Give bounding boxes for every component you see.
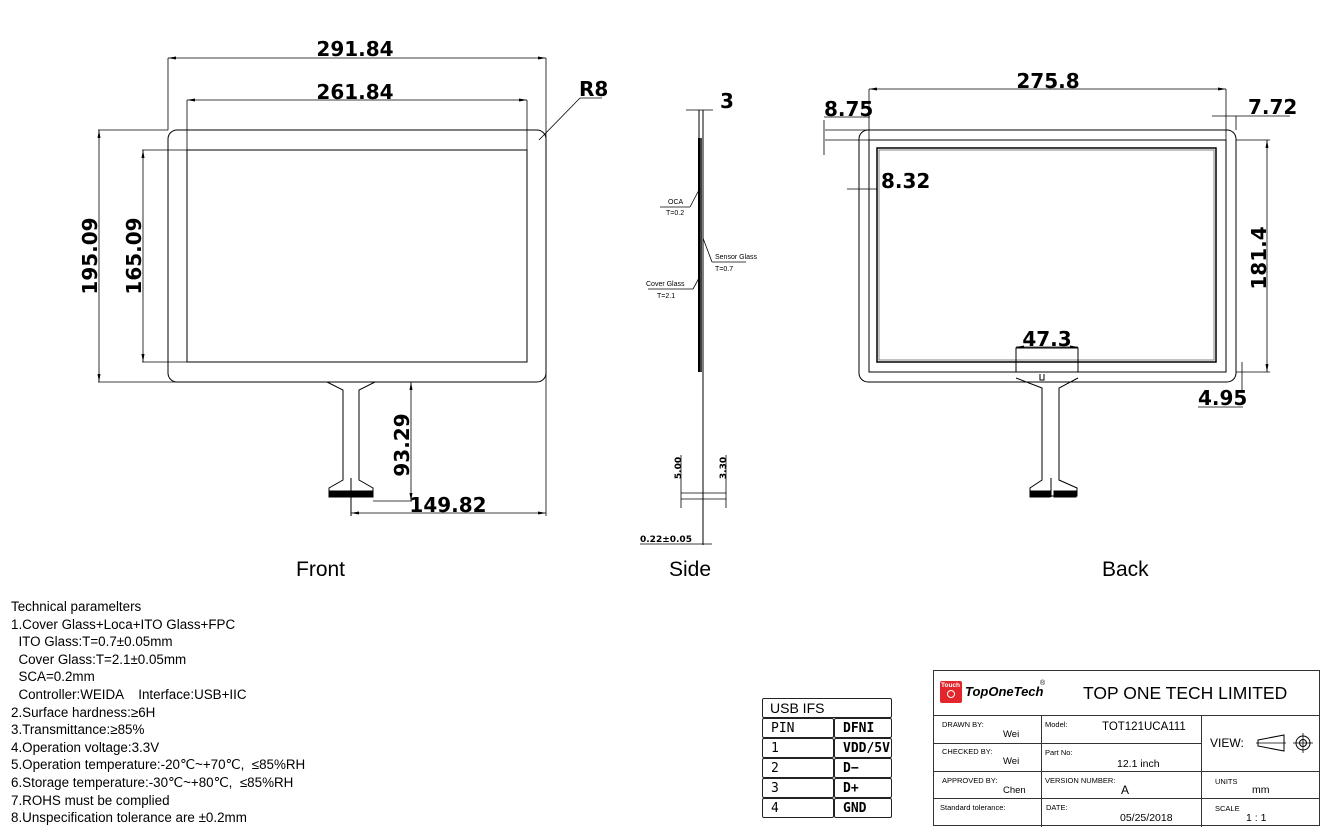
logo-badge-text: Touch bbox=[941, 682, 961, 689]
table-row: 1 VDD/5V bbox=[762, 738, 892, 758]
logo: Touch bbox=[940, 681, 962, 703]
units-value: mm bbox=[1252, 784, 1270, 796]
title-block: Touch TopOneTech ® TOP ONE TECH LIMITED … bbox=[933, 670, 1320, 827]
dim-back-sensor-height: 181.4 bbox=[1247, 226, 1271, 289]
back-fpc-contacts bbox=[1029, 490, 1051, 498]
spec-line: ITO Glass:T=0.7±0.05mm bbox=[11, 634, 173, 650]
approved-by-label: APPROVED BY: bbox=[942, 776, 998, 785]
usb-header-pin: PIN bbox=[762, 718, 834, 738]
version-value: A bbox=[1121, 783, 1130, 797]
pin-number: 2 bbox=[762, 758, 834, 778]
dim-side-fpc-a: 5.00 bbox=[674, 457, 684, 479]
units-label: UNITS bbox=[1215, 777, 1238, 786]
caption-side: Side bbox=[669, 558, 712, 581]
brand-name: TopOneTech bbox=[965, 684, 1044, 699]
usb-table-header-row: PIN DFNI bbox=[762, 718, 892, 738]
caption-back: Back bbox=[1102, 558, 1149, 581]
pin-signal: VDD/5V bbox=[834, 738, 892, 758]
pin-number: 1 bbox=[762, 738, 834, 758]
projection-symbol-icon bbox=[1256, 733, 1313, 753]
usb-table-title: USB IFS bbox=[762, 698, 892, 718]
dim-fpc-length: 93.29 bbox=[390, 413, 414, 476]
dim-fpc-offset: 149.82 bbox=[409, 493, 486, 517]
view-cell: VIEW: bbox=[1201, 715, 1320, 771]
company-name: TOP ONE TECH LIMITED bbox=[1083, 683, 1288, 703]
dim-side-fpc-thickness: 0.22±0.05 bbox=[640, 535, 692, 545]
caption-front: Front bbox=[296, 558, 346, 581]
drawn-by-value: Wei bbox=[1003, 729, 1020, 740]
spec-line: 4.Operation voltage:3.3V bbox=[11, 739, 160, 755]
usb-pinout-table: USB IFS PIN DFNI 1 VDD/5V 2 D− 3 D+ 4 GND bbox=[762, 698, 892, 818]
dim-overall-height: 195.09 bbox=[78, 217, 102, 294]
front-active-area bbox=[186, 149, 528, 363]
spec-line: SCA=0.2mm bbox=[11, 669, 95, 685]
dim-back-sensor-width: 275.8 bbox=[1016, 69, 1079, 93]
checked-by-label: CHECKED BY: bbox=[942, 747, 993, 756]
spec-line: 3.Transmittance:≥85% bbox=[11, 722, 145, 738]
layer-cover-name: Cover Glass bbox=[646, 281, 685, 288]
specs-title: Technical paramelters bbox=[11, 599, 142, 614]
front-cover-glass-outline bbox=[167, 129, 547, 383]
layer-sensor-thickness: T=0.7 bbox=[715, 266, 733, 273]
table-row: 4 GND bbox=[762, 798, 892, 818]
layer-oca-thickness: T=0.2 bbox=[666, 210, 684, 217]
dim-side-thickness: 3 bbox=[720, 89, 734, 113]
checked-by-value: Wei bbox=[1003, 756, 1020, 767]
pin-signal: D− bbox=[834, 758, 892, 778]
layer-oca-name: OCA bbox=[668, 199, 684, 206]
spec-line: 1.Cover Glass+Loca+ITO Glass+FPC bbox=[11, 616, 236, 632]
dim-side-fpc-b: 3.30 bbox=[719, 457, 729, 479]
drawn-by-label: DRAWN BY: bbox=[942, 720, 984, 729]
tolerance-label: Standard tolerance: bbox=[940, 803, 1006, 812]
dim-corner-radius: R8 bbox=[579, 77, 608, 101]
spec-line: 6.Storage temperature:-30℃~+80℃, ≤85%RH bbox=[11, 774, 294, 790]
front-view bbox=[97, 56, 602, 516]
pin-number: 3 bbox=[762, 778, 834, 798]
technical-parameters: Technical paramelters 1.Cover Glass+Loca… bbox=[11, 598, 305, 827]
approved-by-value: Chen bbox=[1003, 785, 1026, 796]
dim-back-inner-margin: 8.32 bbox=[881, 169, 930, 193]
layer-sensor-name: Sensor Glass bbox=[715, 254, 758, 261]
dim-back-fpc-width: 47.3 bbox=[1022, 327, 1071, 351]
dim-active-height: 165.09 bbox=[122, 217, 146, 294]
date-value: 05/25/2018 bbox=[1120, 812, 1173, 824]
part-no-value: 12.1 inch bbox=[1117, 758, 1160, 770]
part-no-label: Part No: bbox=[1045, 748, 1073, 757]
spec-line: 2.Surface hardness:≥6H bbox=[11, 704, 156, 720]
back-view bbox=[823, 87, 1290, 498]
touch-hand-icon bbox=[947, 690, 955, 698]
date-label: DATE: bbox=[1046, 803, 1068, 812]
dim-back-left-margin: 8.75 bbox=[824, 97, 873, 121]
model-label: Model: bbox=[1045, 720, 1068, 729]
table-row: 2 D− bbox=[762, 758, 892, 778]
spec-line: 8.Unspecification tolerance are ±0.2mm bbox=[11, 810, 247, 826]
usb-header-dfni: DFNI bbox=[834, 718, 892, 738]
spec-line: Cover Glass:T=2.1±0.05mm bbox=[11, 651, 187, 667]
usb-table-title-row: USB IFS bbox=[762, 698, 892, 718]
scale-label: SCALE bbox=[1215, 804, 1240, 813]
spec-line: 5.Operation temperature:-20℃~+70℃, ≤85%R… bbox=[11, 757, 306, 773]
spec-line: Controller:WEIDA Interface:USB+IIC bbox=[11, 686, 247, 702]
scale-value: 1 : 1 bbox=[1246, 812, 1267, 824]
layer-cover-thickness: T=2.1 bbox=[657, 293, 675, 300]
dim-back-right-margin: 7.72 bbox=[1248, 95, 1297, 119]
pin-signal: GND bbox=[834, 798, 892, 818]
model-value: TOT121UCA111 bbox=[1102, 721, 1186, 733]
side-view bbox=[640, 109, 746, 545]
back-fpc-tail bbox=[1015, 377, 1079, 497]
version-label: VERSION NUMBER: bbox=[1045, 776, 1116, 785]
dim-overall-width: 291.84 bbox=[316, 37, 393, 61]
pin-signal: D+ bbox=[834, 778, 892, 798]
table-row: 3 D+ bbox=[762, 778, 892, 798]
dim-back-bottom-margin: 4.95 bbox=[1198, 386, 1247, 410]
spec-line: 7.ROHS must be complied bbox=[11, 792, 170, 808]
registered-mark: ® bbox=[1040, 680, 1046, 687]
pin-number: 4 bbox=[762, 798, 834, 818]
dim-active-width: 261.84 bbox=[316, 80, 393, 104]
view-label: VIEW: bbox=[1210, 736, 1244, 750]
